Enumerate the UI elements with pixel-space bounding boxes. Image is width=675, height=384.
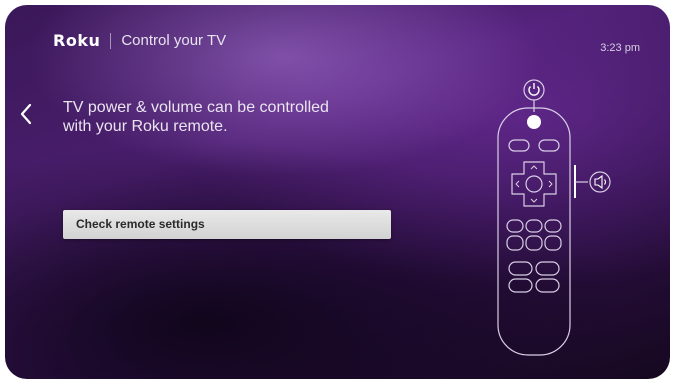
message-line-2: with your Roku remote. <box>63 118 228 135</box>
roku-logo: Roku <box>53 31 101 50</box>
button-label: Check remote settings <box>76 217 205 231</box>
remote-illustration <box>465 70 615 370</box>
header: Roku Control your TV <box>53 31 226 50</box>
screen-frame: Roku Control your TV 3:23 pm TV power & … <box>5 5 670 379</box>
message-line-1: TV power & volume can be controlled <box>63 99 329 116</box>
chevron-left-icon[interactable] <box>17 102 37 126</box>
header-divider <box>110 32 112 49</box>
remote-power-button <box>527 115 541 129</box>
volume-icon <box>589 171 611 193</box>
page-title: Control your TV <box>121 32 227 49</box>
remote-dpad <box>511 161 557 207</box>
info-message: TV power & volume can be controlled with… <box>63 98 403 136</box>
clock-time: 3:23 pm <box>600 42 640 54</box>
check-remote-settings-button[interactable]: Check remote settings <box>63 210 391 239</box>
